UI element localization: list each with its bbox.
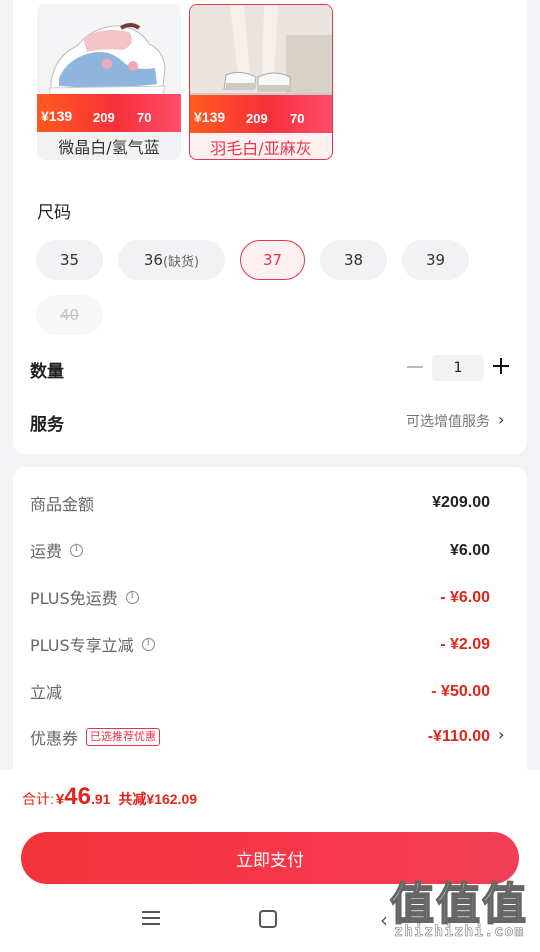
- minus-icon[interactable]: [407, 366, 423, 368]
- goods-amount-text: 商品金额: [30, 495, 95, 514]
- service-value[interactable]: 可选增值服务: [406, 411, 490, 431]
- watermark: 值 值 值 zhizhizhi.com: [389, 868, 530, 946]
- plus-shipping-text: PLUS免运费: [30, 589, 118, 608]
- pay-now-label: 立即支付: [236, 850, 304, 871]
- plus-shipping-label: PLUS免运费: [30, 585, 139, 609]
- chevron-right-icon[interactable]: ›: [498, 410, 504, 429]
- back-icon[interactable]: ‹: [380, 908, 388, 932]
- goods-amount-label: 商品金额: [30, 491, 94, 515]
- plus-discount-value: - ¥2.09: [440, 636, 490, 653]
- total-decimal: .91: [90, 791, 111, 807]
- size-chip-38[interactable]: 38: [320, 240, 387, 280]
- variant-name: 微晶白/氢气蓝: [58, 138, 160, 157]
- chevron-right-icon[interactable]: ›: [498, 725, 504, 744]
- info-icon[interactable]: [125, 590, 139, 604]
- goods-amount-value: ¥209.00: [432, 494, 490, 511]
- shipping-label: 运费: [30, 538, 84, 562]
- coupon-value[interactable]: -¥110.00: [428, 728, 490, 746]
- total-integer: 46: [64, 783, 91, 810]
- plus-shipping-value: - ¥6.00: [440, 589, 490, 606]
- instant-discount-value: - ¥50.00: [431, 683, 490, 700]
- size-chip-37[interactable]: 37: [240, 240, 305, 280]
- variant-option-grey[interactable]: ¥139 209 70 羽毛白/亚麻灰: [189, 4, 333, 160]
- size-chip-label: 38: [343, 251, 364, 269]
- plus-discount-label: PLUS专享立减: [30, 632, 155, 656]
- size-chip-label: 39: [425, 251, 446, 269]
- coupon-badge: 已选推荐优惠: [86, 728, 161, 746]
- product-options-card: ¥139 209 70 微晶白/氢气蓝 ¥139 209 70 羽毛白/亚麻灰 …: [13, 0, 527, 454]
- total-label: 合计:: [22, 791, 54, 807]
- total-row: 合计: ¥ 46 .91 共减¥162.09: [22, 783, 197, 811]
- variant-price-original: 209: [246, 111, 268, 126]
- size-chip-label: 40: [59, 306, 80, 324]
- variant-price: ¥139: [194, 109, 226, 125]
- watermark-char: 值: [389, 878, 435, 931]
- price-banner: ¥139 209 70: [190, 95, 332, 133]
- instant-discount-label: 立减: [30, 679, 62, 703]
- variant-option-blue[interactable]: ¥139 209 70 微晶白/氢气蓝: [37, 4, 181, 160]
- watermark-url: zhizhizhi.com: [394, 922, 525, 941]
- menu-icon[interactable]: [142, 911, 160, 925]
- instant-discount-text: 立减: [30, 683, 63, 702]
- plus-icon[interactable]: [493, 358, 509, 374]
- size-chip-note: (缺货): [162, 254, 200, 270]
- variant-price: ¥139: [41, 108, 73, 124]
- watermark-char: 值: [481, 878, 527, 931]
- total-currency: ¥: [55, 791, 65, 808]
- size-chip-label: 37: [262, 251, 283, 269]
- variant-price-original: 209: [93, 110, 115, 125]
- size-chip-35[interactable]: 35: [36, 240, 103, 280]
- coupon-label[interactable]: 优惠券 已选推荐优惠: [30, 725, 161, 749]
- price-banner: ¥139 209 70: [37, 94, 181, 132]
- size-title: 尺码: [37, 203, 71, 223]
- coupon-text: 优惠券: [30, 729, 79, 748]
- plus-discount-text: PLUS专享立减: [30, 636, 134, 655]
- info-icon[interactable]: [141, 637, 155, 651]
- total-saved: 共减¥162.09: [118, 791, 198, 807]
- variant-price-discount: 70: [290, 111, 305, 126]
- shipping-text: 运费: [30, 542, 63, 561]
- quantity-label: 数量: [30, 362, 64, 382]
- size-chip-label: 35: [59, 251, 80, 269]
- home-icon[interactable]: [259, 910, 277, 928]
- variant-price-discount: 70: [137, 110, 152, 125]
- size-chip-36[interactable]: 36 (缺货): [118, 240, 225, 280]
- size-chip-label: 36: [143, 251, 163, 269]
- service-label: 服务: [30, 415, 64, 435]
- size-chip-39[interactable]: 39: [402, 240, 469, 280]
- shipping-value: ¥6.00: [449, 542, 490, 559]
- watermark-char: 值: [435, 878, 481, 931]
- info-icon[interactable]: [70, 543, 84, 557]
- variant-name: 羽毛白/亚麻灰: [210, 139, 312, 158]
- quantity-value[interactable]: 1: [432, 355, 484, 381]
- size-chip-40: 40: [36, 295, 103, 335]
